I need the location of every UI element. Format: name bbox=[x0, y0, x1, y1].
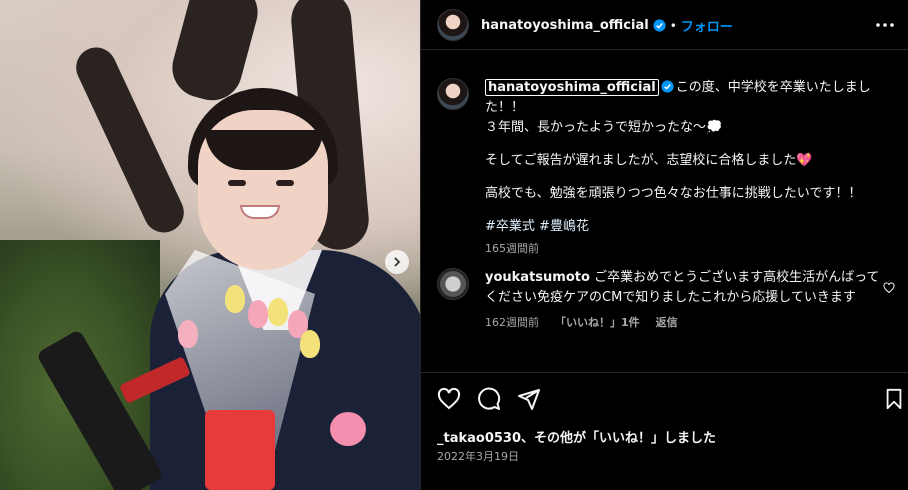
photo-eye bbox=[276, 180, 294, 186]
carousel-next-button[interactable] bbox=[385, 250, 409, 274]
likes-summary: _takao0530、その他が「いいね！」しました bbox=[437, 427, 716, 446]
share-icon[interactable] bbox=[517, 387, 541, 411]
comment-icon[interactable] bbox=[477, 387, 501, 411]
comment-likes[interactable]: 「いいね！」1件 bbox=[555, 313, 640, 333]
action-bar bbox=[421, 372, 908, 427]
photo-eye bbox=[228, 180, 246, 186]
caption-username[interactable]: hanatoyoshima_official bbox=[485, 79, 659, 96]
photo-tulip bbox=[178, 320, 198, 348]
post-header: hanatoyoshima_official • フォロー bbox=[421, 0, 908, 50]
caption-avatar[interactable] bbox=[437, 78, 469, 110]
verified-badge-icon bbox=[653, 19, 666, 32]
heart-icon[interactable] bbox=[437, 387, 461, 411]
photo-tulip bbox=[300, 330, 320, 358]
comment-heart-icon[interactable] bbox=[883, 282, 895, 294]
comment-timestamp: 162週間前 bbox=[485, 316, 539, 329]
caption-text: hanatoyoshima_official この度、中学校を卒業いたしました！！… bbox=[485, 78, 905, 259]
photo-tulip bbox=[268, 298, 288, 326]
comment-meta: 162週間前 「いいね！」1件 返信 bbox=[485, 313, 885, 333]
hashtags: #卒業式 #豊嶋花 bbox=[485, 217, 905, 237]
caption-timestamp: 165週間前 bbox=[485, 242, 539, 255]
header-user-row: hanatoyoshima_official • フォロー bbox=[481, 16, 733, 35]
photo-tulip bbox=[225, 285, 245, 313]
photo-corsage bbox=[330, 412, 366, 446]
liker-username[interactable]: _takao0530 bbox=[437, 431, 521, 446]
post-photo bbox=[0, 0, 420, 490]
reply-button[interactable]: 返信 bbox=[656, 313, 678, 333]
more-options-icon[interactable] bbox=[875, 16, 895, 34]
hashtag-link[interactable]: #卒業式 bbox=[485, 219, 535, 234]
caption-line: そしてご報告が遅れましたが、志望校に合格しました💖 bbox=[485, 153, 813, 168]
post-date: 2022年3月19日 bbox=[437, 450, 519, 463]
comment-username[interactable]: youkatsumoto bbox=[485, 270, 590, 285]
comment-body: youkatsumoto ご卒業おめでとうございます高校生活がんばってください免… bbox=[485, 268, 885, 333]
likes-text[interactable]: 、その他が「いいね！」しました bbox=[521, 431, 716, 446]
comment-avatar[interactable] bbox=[437, 268, 469, 300]
verified-badge-icon bbox=[661, 80, 674, 93]
hashtag-link[interactable]: #豊嶋花 bbox=[539, 219, 589, 234]
header-separator: • bbox=[669, 18, 677, 33]
photo-tulip bbox=[248, 300, 268, 328]
bookmark-icon[interactable] bbox=[883, 387, 905, 411]
caption-line: 高校でも、勉強を頑張りつつ色々なお仕事に挑戦したいです！！ bbox=[485, 186, 862, 201]
post-panel: hanatoyoshima_official • フォロー hanatoyosh… bbox=[420, 0, 908, 490]
follow-button[interactable]: フォロー bbox=[681, 16, 733, 35]
avatar-icon[interactable] bbox=[437, 9, 469, 41]
header-username[interactable]: hanatoyoshima_official bbox=[481, 18, 649, 33]
chevron-right-icon bbox=[394, 257, 401, 267]
caption-line: ３年間、長かったようで短かったな〜💭 bbox=[485, 120, 723, 135]
photo-bouquet-wrap bbox=[205, 410, 275, 490]
